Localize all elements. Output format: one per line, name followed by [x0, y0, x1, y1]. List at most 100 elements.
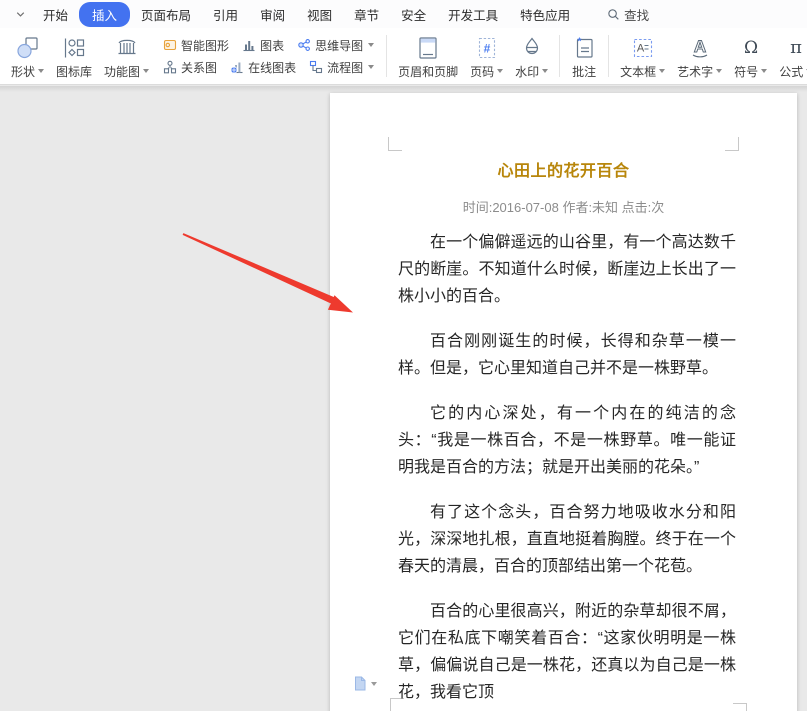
svg-text:Ω: Ω: [744, 38, 758, 58]
ribbon-separator: [386, 35, 388, 77]
page-number-button[interactable]: # 页码: [464, 30, 509, 82]
relation-diagram-icon: [162, 60, 177, 75]
svg-text:*: *: [578, 36, 582, 47]
page-icon: [355, 676, 366, 691]
flowchart-button[interactable]: 流程图: [308, 59, 375, 76]
document-title[interactable]: 心田上的花开百合: [330, 157, 797, 181]
collapse-ribbon-button[interactable]: [8, 8, 32, 21]
smart-graphic-button[interactable]: 智能图形: [162, 37, 229, 54]
shapes-label: 形状: [11, 64, 36, 79]
dropdown-caret: [371, 681, 377, 686]
header-footer-label: 页眉和页脚: [398, 64, 459, 79]
paragraph[interactable]: 有了这个念头，百合努力地吸收水分和阳光，深深地扎根，直直地挺着胸膛。终于在一个春…: [398, 499, 736, 580]
document-page[interactable]: 心田上的花开百合 时间:2016-07-08 作者:未知 点击:次 在一个偏僻遥…: [330, 93, 797, 711]
paragraph[interactable]: 它的内心深处，有一个内在的纯洁的念头：“我是一株百合，不是一株野草。唯一能证明我…: [398, 400, 736, 481]
tab-review[interactable]: 审阅: [249, 2, 296, 27]
mind-map-button[interactable]: 思维导图: [296, 37, 375, 54]
ribbon-separator: [559, 35, 561, 77]
page-number-icon: #: [474, 33, 500, 61]
chart-label: 图表: [260, 38, 285, 53]
header-footer-icon: [415, 33, 441, 61]
comment-icon: *: [571, 33, 597, 61]
paragraph[interactable]: 百合的心里很高兴，附近的杂草却很不屑，它们在私底下嘲笑着百合：“这家伙明明是一株…: [398, 598, 736, 706]
word-art-button[interactable]: A 艺术字: [671, 30, 728, 82]
watermark-label: 水印: [515, 64, 540, 79]
svg-text:π: π: [790, 37, 802, 58]
function-diagram-icon: [114, 33, 140, 61]
shapes-icon: [15, 33, 41, 61]
watermark-icon: [519, 33, 545, 61]
dropdown-caret: [143, 69, 150, 73]
paragraph[interactable]: 百合刚刚诞生的时候，长得和杂草一模一样。但是，它心里知道自己并不是一株野草。: [398, 328, 736, 382]
symbol-label: 符号: [734, 64, 759, 79]
text-box-button[interactable]: A 文本框: [614, 30, 671, 82]
document-meta[interactable]: 时间:2016-07-08 作者:未知 点击:次: [330, 197, 797, 216]
smart-graphic-icon: [162, 38, 177, 53]
tab-dev-tools[interactable]: 开发工具: [437, 2, 509, 27]
header-footer-button[interactable]: 页眉和页脚: [392, 30, 464, 82]
page-number-label: 页码: [470, 64, 495, 79]
svg-text:A: A: [636, 42, 644, 54]
text-boundary-mark: [388, 137, 402, 151]
menu-bar: 开始 插入 页面布局 引用 审阅 视图 章节 安全 开发工具 特色应用 查找: [0, 0, 807, 28]
online-chart-icon: [229, 60, 244, 75]
symbol-button[interactable]: Ω 符号: [728, 30, 773, 82]
tab-security[interactable]: 安全: [390, 2, 437, 27]
flowchart-icon: [308, 60, 323, 75]
text-box-icon: A: [630, 33, 656, 61]
chart-icon: [241, 38, 256, 53]
find-button[interactable]: 查找: [607, 5, 649, 24]
tab-home[interactable]: 开始: [32, 2, 79, 27]
mind-map-icon: [296, 38, 311, 53]
dropdown-caret: [497, 69, 504, 73]
word-art-icon: A: [687, 33, 713, 61]
document-canvas: 心田上的花开百合 时间:2016-07-08 作者:未知 点击:次 在一个偏僻遥…: [0, 86, 807, 711]
dropdown-caret: [716, 69, 723, 73]
paragraph[interactable]: 在一个偏僻遥远的山谷里，有一个高达数千尺的断崖。不知道什么时候，断崖边上长出了一…: [398, 229, 736, 310]
function-diagram-label: 功能图: [104, 64, 141, 79]
text-boundary-mark: [725, 137, 739, 151]
page-settings-button[interactable]: [354, 676, 377, 691]
comment-button[interactable]: * 批注: [565, 30, 603, 82]
flowchart-label: 流程图: [327, 60, 364, 75]
svg-text:#: #: [483, 41, 490, 55]
chart-button[interactable]: 图表: [241, 37, 284, 54]
shapes-button[interactable]: 形状: [5, 30, 50, 82]
dropdown-caret: [761, 69, 768, 73]
insert-ribbon: 形状 图标库 功能图 智能图形 图表 思维导图 关系图 在线图表 流程图 页眉和…: [0, 28, 807, 85]
search-icon: [608, 8, 619, 20]
symbol-omega-icon: Ω: [738, 33, 764, 61]
dropdown-caret: [368, 65, 375, 69]
formula-button[interactable]: π 公式: [773, 30, 807, 82]
online-chart-label: 在线图表: [248, 60, 297, 75]
icon-library-icon: [61, 33, 87, 61]
watermark-button[interactable]: 水印: [509, 30, 554, 82]
comment-label: 批注: [572, 64, 597, 79]
dropdown-caret: [542, 69, 549, 73]
svg-text:A: A: [694, 37, 706, 56]
function-diagram-button[interactable]: 功能图: [98, 30, 155, 82]
tab-special-features[interactable]: 特色应用: [509, 2, 581, 27]
dropdown-caret: [38, 69, 45, 73]
tab-section[interactable]: 章节: [343, 2, 390, 27]
tab-view[interactable]: 视图: [296, 2, 343, 27]
dropdown-caret: [368, 43, 375, 47]
ribbon-separator: [608, 35, 610, 77]
online-chart-button[interactable]: 在线图表: [229, 59, 296, 76]
text-box-label: 文本框: [620, 64, 657, 79]
icon-library-button[interactable]: 图标库: [50, 30, 98, 82]
wps-writer-window: 开始 插入 页面布局 引用 审阅 视图 章节 安全 开发工具 特色应用 查找 形: [0, 0, 807, 711]
formula-pi-icon: π: [783, 33, 807, 61]
relation-diagram-button[interactable]: 关系图: [162, 59, 217, 76]
tab-references[interactable]: 引用: [202, 2, 249, 27]
chevron-down-icon: [16, 11, 24, 17]
formula-label: 公式: [779, 64, 804, 79]
smart-graphic-label: 智能图形: [181, 38, 230, 53]
diagram-small-group: 智能图形 图表 思维导图 关系图 在线图表 流程图: [155, 30, 381, 82]
tab-page-layout[interactable]: 页面布局: [130, 2, 202, 27]
icon-library-label: 图标库: [56, 64, 93, 79]
dropdown-caret: [659, 69, 666, 73]
document-body[interactable]: 在一个偏僻遥远的山谷里，有一个高达数千尺的断崖。不知道什么时候，断崖边上长出了一…: [398, 229, 736, 711]
mind-map-label: 思维导图: [315, 38, 364, 53]
tab-insert[interactable]: 插入: [79, 1, 131, 27]
